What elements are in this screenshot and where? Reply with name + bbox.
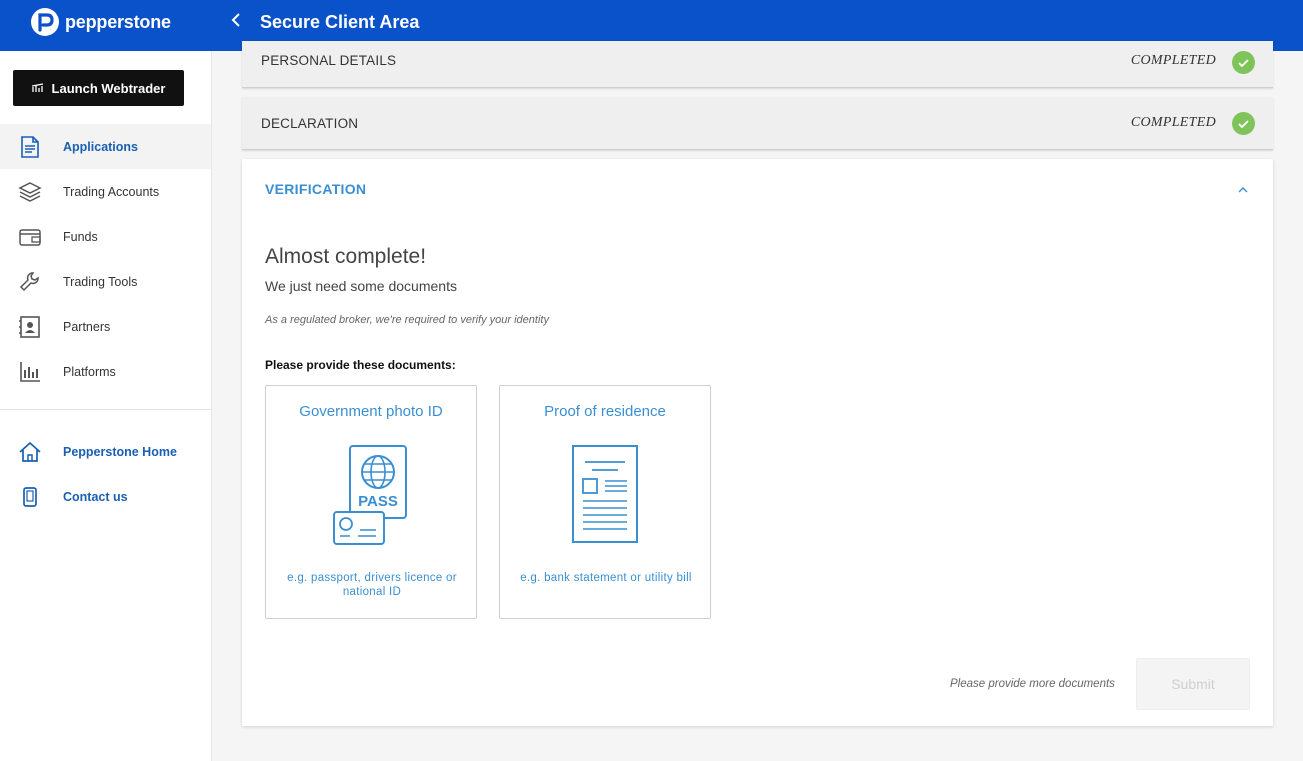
sidebar-item-label: Applications: [63, 139, 139, 154]
sidebar-item-partners[interactable]: Partners: [0, 304, 211, 349]
sidebar-item-label: Pepperstone Home: [63, 444, 177, 459]
page-title: Secure Client Area: [260, 12, 420, 32]
passport-id-icon: PASS: [266, 444, 476, 548]
sidebar-item-funds[interactable]: Funds: [0, 214, 211, 259]
passport-label: PASS: [358, 493, 398, 510]
personal-details-panel[interactable]: PERSONAL DETAILS COMPLETED: [242, 41, 1273, 88]
bar-chart-icon: [18, 360, 42, 384]
webtrader-icon: [31, 81, 44, 96]
document-card-photo-id[interactable]: Government photo ID PASS e.g. passport, …: [265, 385, 477, 619]
launch-webtrader-label: Launch Webtrader: [51, 80, 166, 96]
document-description: e.g. bank statement or utility bill: [520, 572, 692, 584]
sidebar-item-label: Platforms: [63, 364, 116, 379]
status-text: COMPLETED: [1130, 53, 1216, 68]
brand-name: pepperstone: [65, 11, 171, 32]
verification-subheading: We just need some documents: [265, 278, 457, 294]
provide-documents-label: Please provide these documents:: [265, 358, 456, 372]
wrench-icon: [18, 270, 42, 294]
section-title: DECLARATION: [261, 116, 359, 131]
document-icon: [18, 135, 42, 159]
document-card-proof-of-residence[interactable]: Proof of residence e.g. bank statement o…: [499, 385, 711, 619]
check-circle-icon: [1232, 112, 1255, 135]
sidebar-item-trading-accounts[interactable]: Trading Accounts: [0, 169, 211, 214]
wallet-icon: [18, 225, 42, 249]
contact-card-icon: [18, 315, 42, 339]
declaration-panel[interactable]: DECLARATION COMPLETED: [242, 97, 1273, 150]
sidebar-item-label: Funds: [63, 229, 98, 244]
section-title[interactable]: VERIFICATION: [265, 181, 366, 197]
status-text: COMPLETED: [1130, 115, 1216, 130]
chevron-left-icon[interactable]: [228, 10, 246, 30]
sidebar-item-pepperstone-home[interactable]: Pepperstone Home: [0, 429, 211, 474]
document-title: Government photo ID: [299, 403, 443, 420]
document-description: e.g. passport, drivers licence or nation…: [287, 572, 457, 598]
phone-icon: [18, 485, 42, 509]
layers-icon: [18, 180, 42, 204]
document-statement-icon: [500, 444, 710, 548]
document-title: Proof of residence: [544, 403, 666, 420]
pepperstone-logo[interactable]: pepperstone: [31, 8, 171, 36]
sidebar-item-label: Partners: [63, 319, 111, 334]
verification-panel: VERIFICATION Almost complete! We just ne…: [242, 159, 1273, 726]
sidebar-item-label: Trading Tools: [63, 274, 138, 289]
sidebar-item-platforms[interactable]: Platforms: [0, 349, 211, 394]
more-documents-message: Please provide more documents: [950, 678, 1115, 690]
verification-heading: Almost complete!: [265, 245, 427, 268]
home-icon: [18, 440, 42, 464]
sidebar-item-label: Contact us: [63, 489, 128, 504]
launch-webtrader-button[interactable]: Launch Webtrader: [13, 70, 184, 106]
sidebar-item-label: Trading Accounts: [63, 184, 160, 199]
sidebar-item-contact-us[interactable]: Contact us: [0, 474, 211, 519]
sidebar-divider: [0, 409, 211, 410]
verification-note: As a regulated broker, we're required to…: [265, 314, 549, 326]
sidebar-item-trading-tools[interactable]: Trading Tools: [0, 259, 211, 304]
section-title: PERSONAL DETAILS: [261, 53, 397, 68]
sidebar: Launch Webtrader Applications Trading Ac…: [0, 51, 212, 761]
check-circle-icon: [1232, 51, 1255, 74]
sidebar-item-applications[interactable]: Applications: [0, 124, 211, 169]
pepperstone-logo-icon: [31, 8, 59, 36]
chevron-up-icon[interactable]: [1237, 182, 1249, 193]
submit-button[interactable]: Submit: [1136, 658, 1250, 710]
